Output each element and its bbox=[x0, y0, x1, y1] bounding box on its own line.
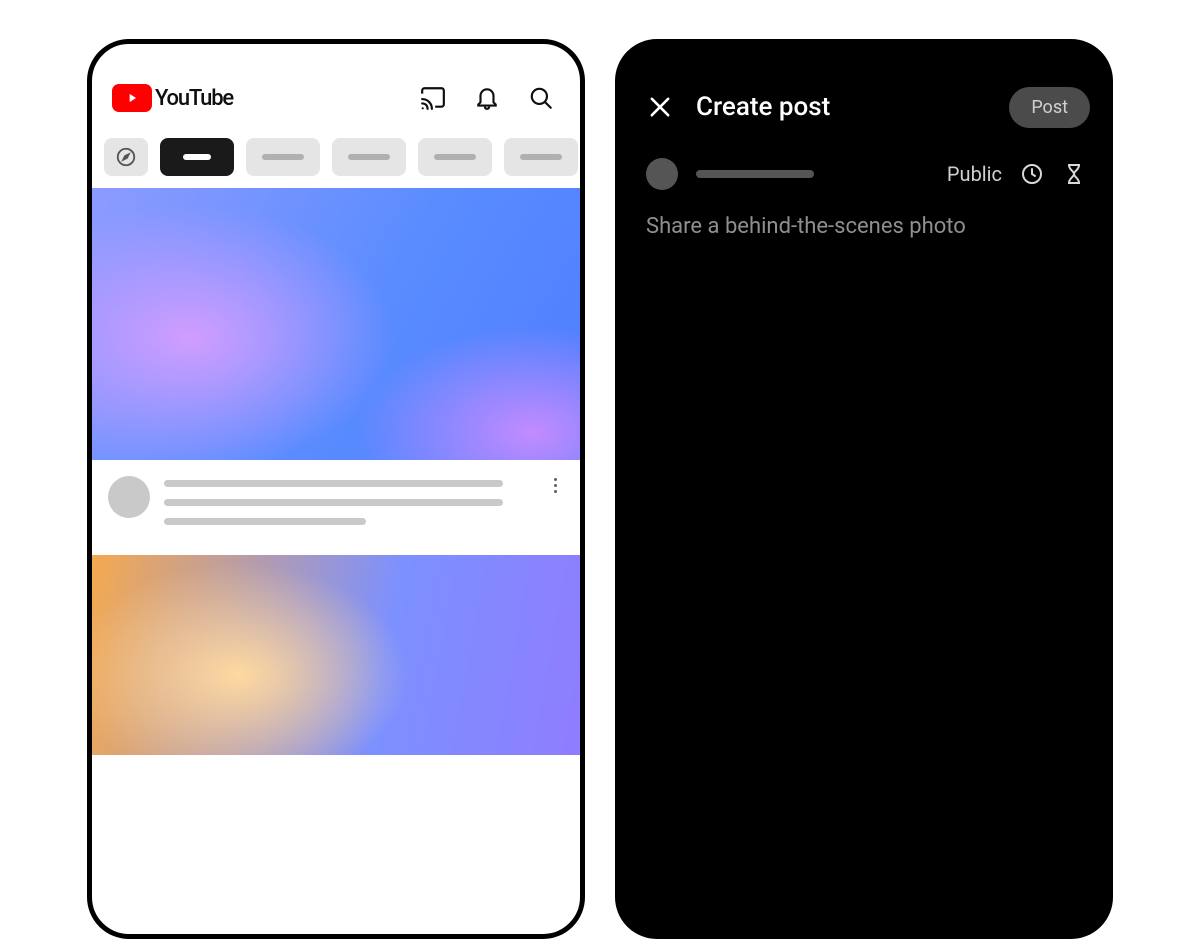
filter-chip[interactable] bbox=[246, 138, 320, 176]
chip-explore[interactable] bbox=[104, 138, 148, 176]
author-avatar[interactable] bbox=[646, 158, 678, 190]
create-post-phone: Create post Post Public Share a behind-t… bbox=[615, 39, 1113, 939]
header: YouTube bbox=[92, 44, 580, 130]
filter-chip[interactable] bbox=[332, 138, 406, 176]
video-options-button[interactable] bbox=[546, 476, 564, 493]
notifications-icon[interactable] bbox=[474, 85, 500, 111]
expiration-icon[interactable] bbox=[1062, 162, 1086, 186]
filter-chip-selected[interactable] bbox=[160, 138, 234, 176]
filter-chip-bar[interactable] bbox=[92, 130, 580, 188]
search-icon[interactable] bbox=[528, 85, 554, 111]
youtube-home-phone: YouTube bbox=[87, 39, 585, 939]
schedule-icon[interactable] bbox=[1020, 162, 1044, 186]
visibility-selector[interactable]: Public bbox=[947, 162, 1002, 186]
post-button[interactable]: Post bbox=[1009, 87, 1090, 128]
video-meta-row bbox=[92, 460, 580, 555]
page-title: Create post bbox=[696, 92, 987, 122]
video-thumbnail[interactable] bbox=[92, 188, 580, 460]
video-title-placeholder[interactable] bbox=[164, 476, 532, 537]
channel-row: Public bbox=[620, 140, 1108, 196]
channel-avatar[interactable] bbox=[108, 476, 150, 518]
filter-chip[interactable] bbox=[418, 138, 492, 176]
youtube-play-icon bbox=[112, 84, 152, 112]
youtube-logo[interactable]: YouTube bbox=[112, 84, 233, 112]
youtube-wordmark: YouTube bbox=[155, 86, 233, 111]
create-post-header: Create post Post bbox=[620, 44, 1108, 140]
post-text-input[interactable]: Share a behind-the-scenes photo bbox=[620, 196, 1108, 257]
author-name-placeholder bbox=[696, 170, 814, 178]
cast-icon[interactable] bbox=[420, 85, 446, 111]
close-icon[interactable] bbox=[646, 93, 674, 121]
compass-icon bbox=[115, 146, 137, 168]
filter-chip[interactable] bbox=[504, 138, 578, 176]
video-thumbnail[interactable] bbox=[92, 555, 580, 755]
header-actions bbox=[420, 85, 560, 111]
